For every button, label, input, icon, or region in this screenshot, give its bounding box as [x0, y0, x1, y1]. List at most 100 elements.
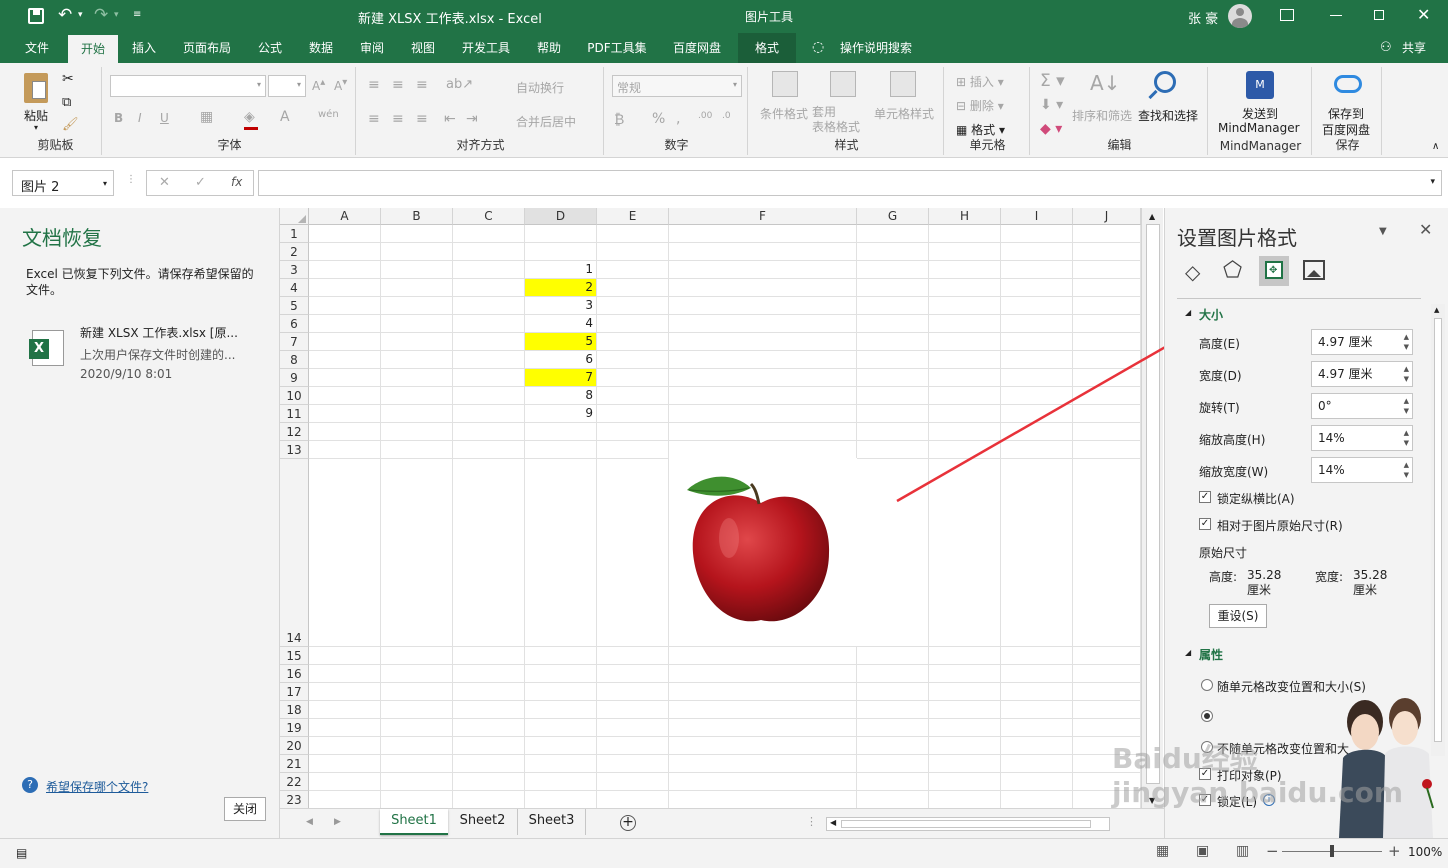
- tab-review[interactable]: 审阅: [350, 33, 394, 63]
- row-header-20[interactable]: 20: [280, 737, 309, 755]
- align-top-icon[interactable]: ≡: [368, 77, 380, 93]
- percent-button[interactable]: %: [652, 111, 665, 127]
- clear-icon[interactable]: ◆ ▾: [1040, 121, 1062, 137]
- cell-D7[interactable]: 5: [525, 333, 596, 350]
- insert-cells-button[interactable]: ⊞ 插入 ▾: [956, 73, 1004, 90]
- tab-page-layout[interactable]: 页面布局: [174, 33, 240, 63]
- size-properties-icon[interactable]: ✥: [1259, 256, 1289, 286]
- share-button[interactable]: 共享: [1396, 33, 1432, 63]
- tab-home[interactable]: 开始: [68, 35, 118, 63]
- copy-icon[interactable]: ⧉: [62, 95, 71, 110]
- cell-D8[interactable]: 6: [525, 351, 596, 368]
- cell-D3[interactable]: 1: [525, 261, 596, 278]
- tab-file[interactable]: 文件: [14, 33, 60, 63]
- width-spinner-icon[interactable]: ▲ ▼: [1404, 364, 1409, 384]
- undo-icon[interactable]: ↶: [58, 5, 72, 25]
- row-header-18[interactable]: 18: [280, 701, 309, 719]
- increase-decimal-icon[interactable]: .00: [698, 111, 712, 121]
- tab-baidu-netdisk[interactable]: 百度网盘: [664, 33, 730, 63]
- height-spinner-icon[interactable]: ▲ ▼: [1404, 332, 1409, 352]
- find-select-button[interactable]: 查找和选择: [1138, 107, 1198, 124]
- fill-icon[interactable]: ⬇ ▾: [1040, 97, 1063, 113]
- underline-button[interactable]: U: [160, 111, 169, 125]
- send-to-mindmanager-line2[interactable]: MindManager: [1218, 121, 1300, 135]
- align-right-icon[interactable]: ≡: [416, 111, 428, 127]
- undo-dropdown-icon[interactable]: ▾: [78, 10, 83, 20]
- delete-cells-button[interactable]: ⊟ 删除 ▾: [956, 97, 1004, 114]
- minimize-icon[interactable]: [1330, 15, 1342, 16]
- cell-D4[interactable]: 2: [525, 279, 596, 296]
- row-header-8[interactable]: 8: [280, 351, 309, 369]
- pane-options-icon[interactable]: ▼: [1379, 226, 1387, 237]
- horizontal-scroll-thumb[interactable]: [841, 820, 1091, 828]
- column-header-J[interactable]: J: [1073, 208, 1141, 225]
- width-input[interactable]: 4.97 厘米 ▲ ▼: [1311, 361, 1413, 387]
- comma-icon[interactable]: ,: [676, 111, 680, 127]
- zoom-slider-thumb[interactable]: [1330, 845, 1334, 857]
- row-header-22[interactable]: 22: [280, 773, 309, 791]
- paste-button[interactable]: 粘贴: [24, 107, 48, 124]
- column-header-B[interactable]: B: [381, 208, 453, 225]
- tab-help[interactable]: 帮助: [528, 33, 570, 63]
- row-header-2[interactable]: 2: [280, 243, 309, 261]
- size-section-toggle-icon[interactable]: ◢: [1185, 308, 1191, 317]
- move-size-radio[interactable]: [1201, 679, 1213, 691]
- currency-icon[interactable]: ₿: [614, 111, 624, 128]
- avatar[interactable]: [1228, 4, 1252, 28]
- find-select-icon[interactable]: [1154, 71, 1176, 93]
- baidu-cloud-icon[interactable]: [1334, 75, 1362, 93]
- zoom-in-icon[interactable]: +: [1388, 842, 1401, 860]
- row-header-10[interactable]: 10: [280, 387, 309, 405]
- conditional-format-button[interactable]: 条件格式: [760, 105, 808, 122]
- column-header-C[interactable]: C: [453, 208, 525, 225]
- ribbon-display-icon[interactable]: [1280, 9, 1294, 21]
- lock-aspect-checkbox[interactable]: ✓: [1199, 491, 1211, 503]
- restore-icon[interactable]: [1374, 10, 1384, 20]
- column-header-A[interactable]: A: [309, 208, 381, 225]
- rotation-input[interactable]: 0° ▲ ▼: [1311, 393, 1413, 419]
- align-center-icon[interactable]: ≡: [392, 111, 404, 127]
- send-to-mindmanager-line1[interactable]: 发送到: [1242, 105, 1278, 122]
- page-layout-view-icon[interactable]: ▣: [1196, 843, 1209, 859]
- customize-qat-icon[interactable]: ≡: [133, 9, 141, 20]
- picture-icon[interactable]: [1303, 260, 1325, 280]
- number-format-box[interactable]: 常规 ▾: [612, 75, 742, 97]
- tab-data[interactable]: 数据: [300, 33, 342, 63]
- cell-styles-icon[interactable]: [890, 71, 916, 97]
- wrap-text-button[interactable]: 自动换行: [516, 79, 564, 96]
- prev-sheet-icon[interactable]: ◀: [306, 817, 313, 827]
- horizontal-scrollbar[interactable]: ◀: [826, 817, 1110, 831]
- autosum-icon[interactable]: Σ ▾: [1040, 71, 1065, 91]
- tab-formulas[interactable]: 公式: [248, 33, 292, 63]
- zoom-level[interactable]: 100%: [1408, 845, 1442, 859]
- paste-dropdown-icon[interactable]: ▾: [34, 123, 38, 132]
- confirm-entry-icon[interactable]: ✓: [195, 175, 206, 190]
- tab-insert[interactable]: 插入: [122, 33, 166, 63]
- normal-view-icon[interactable]: ▦: [1156, 843, 1169, 859]
- paste-icon[interactable]: [24, 73, 48, 103]
- zoom-out-icon[interactable]: −: [1266, 842, 1279, 860]
- row-header-23[interactable]: 23: [280, 791, 309, 809]
- column-header-G[interactable]: G: [857, 208, 929, 225]
- sheet-tab-2[interactable]: Sheet2: [448, 809, 518, 835]
- mindmanager-icon[interactable]: M: [1246, 71, 1274, 99]
- scale-width-input[interactable]: 14% ▲ ▼: [1311, 457, 1413, 483]
- align-left-icon[interactable]: ≡: [368, 111, 380, 127]
- redo-icon[interactable]: ↷: [94, 5, 108, 25]
- row-header-15[interactable]: 15: [280, 647, 309, 665]
- row-header-11[interactable]: 11: [280, 405, 309, 423]
- align-bottom-icon[interactable]: ≡: [416, 77, 428, 93]
- pane-close-icon[interactable]: ✕: [1419, 220, 1432, 239]
- font-size-box[interactable]: ▾: [268, 75, 306, 97]
- cell-styles-button[interactable]: 单元格样式: [874, 105, 934, 122]
- row-header-17[interactable]: 17: [280, 683, 309, 701]
- select-all-corner[interactable]: [280, 208, 309, 225]
- cell-D5[interactable]: 3: [525, 297, 596, 314]
- macro-record-icon[interactable]: ▤: [16, 846, 27, 860]
- properties-section-toggle-icon[interactable]: ◢: [1185, 648, 1191, 657]
- row-header-4[interactable]: 4: [280, 279, 309, 297]
- row-header-9[interactable]: 9: [280, 369, 309, 387]
- zoom-slider[interactable]: [1282, 845, 1382, 857]
- increase-indent-icon[interactable]: ⇥: [466, 111, 478, 127]
- tell-me-search[interactable]: 操作说明搜索: [834, 33, 918, 63]
